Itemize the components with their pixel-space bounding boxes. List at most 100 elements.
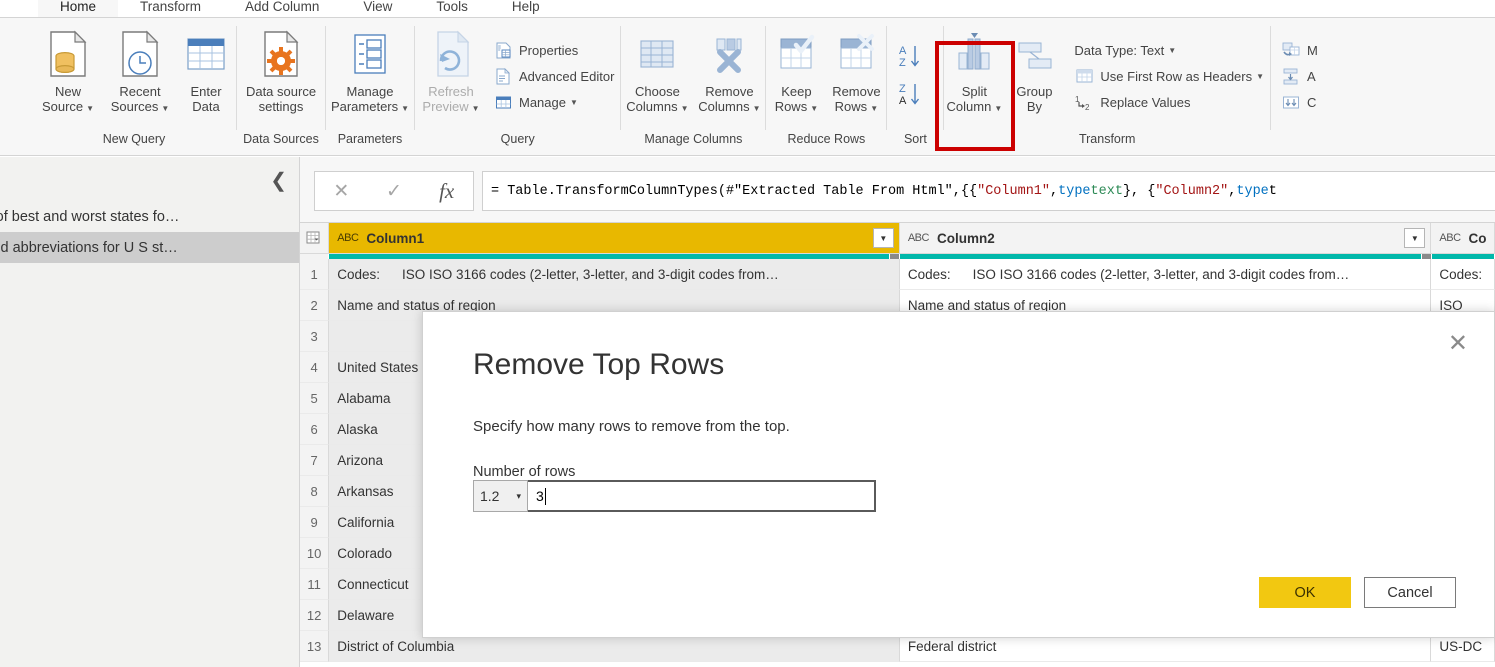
properties-button[interactable]: Properties [491, 37, 620, 63]
enter-data-line2: Data [192, 99, 220, 114]
replace-values-button[interactable]: 1 2 Replace Values [1072, 89, 1270, 115]
formula-accept-button[interactable]: ✓ [368, 180, 421, 203]
chevron-left-icon[interactable]: ❮ [270, 168, 287, 193]
group-label-parameters: Parameters [337, 132, 403, 146]
ribbon-group-new-query: New Source ▼ Recent Sources ▼ Enter Data… [32, 18, 236, 155]
chevron-down-icon[interactable]: ▼ [753, 104, 761, 113]
formula-token-2: , [1050, 183, 1059, 199]
select-all-icon[interactable] [300, 223, 330, 254]
ribbon-group-reduce-rows: Keep Rows ▼ Remove Rows ▼ Reduce Rows [766, 18, 886, 155]
tab-help[interactable]: Help [490, 0, 562, 17]
row-number[interactable]: 8 [300, 476, 330, 507]
chevron-down-icon[interactable]: ▼ [1256, 72, 1264, 81]
chevron-down-icon[interactable]: ▼ [994, 104, 1002, 113]
ribbon: New Source ▼ Recent Sources ▼ Enter Data… [0, 18, 1495, 156]
svg-text:A: A [899, 95, 907, 107]
row-number[interactable]: 10 [300, 538, 330, 569]
cell-column2[interactable]: Codes: ISO ISO 3166 codes (2-letter, 3-le… [899, 259, 1432, 290]
recent-sources-button[interactable]: Recent Sources ▼ [104, 24, 176, 116]
column-header-column3[interactable]: ABC Co [1431, 223, 1495, 254]
row-number[interactable]: 9 [300, 507, 330, 538]
row-number[interactable]: 7 [300, 445, 330, 476]
ok-button[interactable]: OK [1259, 577, 1351, 608]
tab-view[interactable]: View [341, 0, 414, 17]
chevron-down-icon[interactable]: ▼ [86, 104, 94, 113]
chevron-down-icon[interactable]: ▼ [681, 104, 689, 113]
group-by-label: Group By [1016, 84, 1052, 114]
tab-tools[interactable]: Tools [414, 0, 490, 17]
advanced-editor-button[interactable]: Advanced Editor [491, 63, 620, 89]
chevron-down-icon[interactable]: ▼ [570, 98, 578, 107]
split-column-button[interactable]: Split Column ▼ [944, 24, 1004, 116]
formula-cancel-button[interactable]: ✕ [315, 180, 368, 203]
combine-files-button[interactable]: C [1279, 89, 1324, 115]
chevron-down-icon[interactable]: ▼ [401, 104, 409, 113]
formula-token-0: = Table.TransformColumnTypes(#"Extracted… [491, 183, 978, 199]
column1-filter-button[interactable]: ▼ [872, 228, 894, 248]
group-label-reduce-rows: Reduce Rows [787, 132, 866, 146]
cell-column1[interactable]: Codes: ISO ISO 3166 codes (2-letter, 3-le… [329, 259, 900, 290]
cell-column3[interactable]: Codes: [1431, 259, 1495, 290]
advanced-editor-icon [493, 67, 513, 85]
merge-queries-button[interactable]: M [1279, 37, 1324, 63]
formula-token-7: "Column2" [1155, 183, 1229, 199]
tab-add-column[interactable]: Add Column [223, 0, 341, 17]
remove-columns-button[interactable]: Remove Columns ▼ [693, 24, 765, 116]
row-number[interactable]: 1 [300, 259, 330, 290]
query-list-item-1[interactable]: king of best and worst states fo… [0, 201, 299, 232]
table-row[interactable]: 1 Codes: ISO ISO 3166 codes (2-letter, 3-l… [300, 259, 1495, 290]
manage-parameters-button[interactable]: Manage Parameters ▼ [326, 24, 414, 116]
formula-bar-controls: ✕ ✓ fx [314, 171, 474, 211]
chevron-down-icon[interactable]: ▼ [472, 104, 480, 113]
column-header-column2[interactable]: ABC Column2 ▼ [899, 223, 1432, 254]
ribbon-group-transform: Split Column ▼ Group By Data Type: Text … [944, 18, 1270, 155]
keep-rows-button[interactable]: Keep Rows ▼ [766, 24, 826, 116]
close-icon[interactable]: ✕ [1448, 332, 1468, 356]
chevron-down-icon[interactable]: ▼ [161, 104, 169, 113]
enter-data-button[interactable]: Enter Data [176, 24, 236, 114]
remove-top-rows-dialog: ✕ Remove Top Rows Specify how many rows … [422, 311, 1495, 638]
row-number[interactable]: 11 [300, 569, 330, 600]
row-number[interactable]: 13 [300, 631, 330, 662]
column-header-column1[interactable]: ABC Column1 ▼ [329, 223, 900, 254]
chevron-down-icon[interactable]: ▼ [810, 104, 818, 113]
number-of-rows-input[interactable]: 3 [528, 480, 876, 512]
formula-token-1: "Column1" [977, 183, 1051, 199]
ribbon-group-manage-columns: Choose Columns ▼ Remove Columns ▼ Manage… [621, 18, 765, 155]
chevron-down-icon[interactable]: ▼ [1168, 46, 1176, 55]
tab-transform[interactable]: Transform [118, 0, 223, 17]
append-queries-button[interactable]: A [1279, 63, 1324, 89]
remove-rows-icon [833, 26, 879, 82]
row-number[interactable]: 3 [300, 321, 330, 352]
refresh-preview-button[interactable]: Refresh Preview ▼ [415, 24, 487, 116]
column2-filter-button[interactable]: ▼ [1404, 228, 1426, 248]
value-type-selector[interactable]: 1.2 ▾ [473, 480, 528, 512]
group-by-button[interactable]: Group By [1004, 24, 1064, 114]
chevron-down-icon: ▾ [516, 490, 521, 501]
use-first-row-as-headers-button[interactable]: Use First Row as Headers ▼ [1072, 63, 1270, 89]
row-number[interactable]: 2 [300, 290, 330, 321]
sc-line1: Split [961, 84, 988, 99]
use-first-row-as-headers-label: Use First Row as Headers [1100, 68, 1253, 84]
new-source-button[interactable]: New Source ▼ [32, 24, 104, 116]
row-number[interactable]: 12 [300, 600, 330, 631]
cancel-button[interactable]: Cancel [1364, 577, 1456, 608]
row-number[interactable]: 6 [300, 414, 330, 445]
row-number[interactable]: 5 [300, 383, 330, 414]
cell-column1-value: Arkansas [337, 483, 394, 499]
data-source-settings-button[interactable]: Data source settings [237, 24, 325, 114]
choose-columns-button[interactable]: Choose Columns ▼ [621, 24, 693, 116]
formula-input[interactable]: = Table.TransformColumnTypes(#"Extracted… [482, 171, 1495, 211]
enter-data-icon [183, 26, 229, 82]
chevron-down-icon[interactable]: ▼ [870, 104, 878, 113]
manage-button[interactable]: Manage ▼ [491, 89, 620, 115]
row-number[interactable]: 4 [300, 352, 330, 383]
query-list-item-2[interactable]: es and abbreviations for U S st… [0, 232, 299, 263]
fx-icon[interactable]: fx [420, 179, 473, 204]
tab-home[interactable]: Home [38, 0, 119, 17]
sort-descending-button[interactable]: Z A [895, 76, 935, 114]
remove-rows-button[interactable]: Remove Rows ▼ [826, 24, 886, 116]
data-type-button[interactable]: Data Type: Text ▼ [1072, 37, 1270, 63]
sort-ascending-button[interactable]: A Z [895, 38, 935, 76]
formula-token-8: , [1228, 183, 1237, 199]
